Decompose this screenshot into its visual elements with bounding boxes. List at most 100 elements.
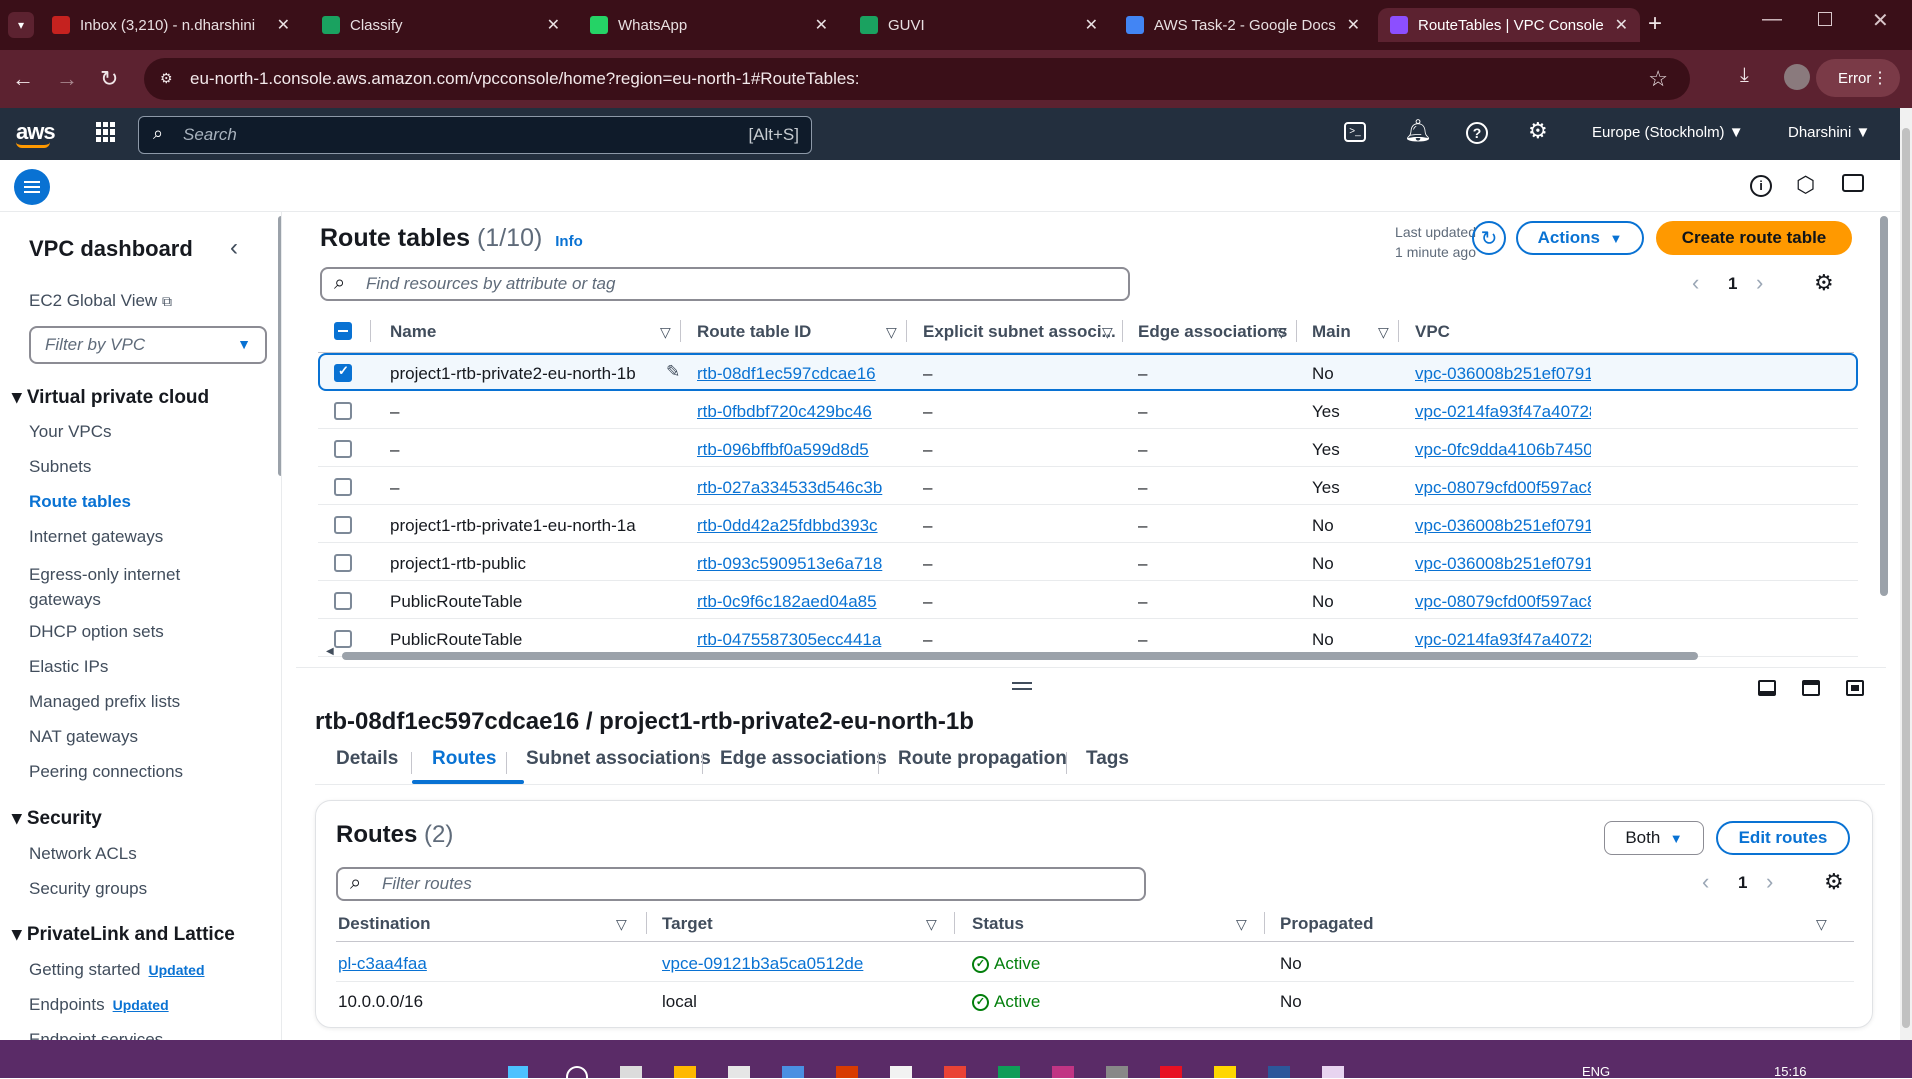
- next-page-icon[interactable]: ›: [1766, 869, 1773, 895]
- close-tab-icon[interactable]: ✕: [1347, 15, 1360, 35]
- sort-icon[interactable]: ▽: [1102, 324, 1113, 341]
- vertical-scrollbar[interactable]: [1880, 216, 1888, 596]
- info-link[interactable]: Info: [555, 233, 583, 250]
- sort-icon[interactable]: ▽: [616, 916, 627, 933]
- help-icon[interactable]: ?: [1466, 122, 1488, 144]
- forward-icon[interactable]: →: [56, 66, 78, 92]
- info-icon[interactable]: i: [1750, 175, 1772, 197]
- sidebar-section-security[interactable]: ▾ Security: [12, 807, 102, 830]
- cell-vpc[interactable]: vpc-0fc9dda4106b74504: [1415, 440, 1591, 460]
- row-checkbox[interactable]: [334, 440, 352, 458]
- sidebar-item-subnets[interactable]: Subnets: [29, 457, 91, 477]
- collapse-sidebar-icon[interactable]: ‹: [230, 234, 238, 262]
- close-tab-icon[interactable]: ✕: [815, 15, 828, 35]
- split-panel-drag-handle[interactable]: [1012, 682, 1032, 690]
- browser-tab[interactable]: AWS Task-2 - Google Docs ✕: [1114, 8, 1372, 42]
- notifications-bell-icon[interactable]: 🔔︎: [1404, 118, 1432, 144]
- close-tab-icon[interactable]: ✕: [1085, 15, 1098, 35]
- site-info-icon[interactable]: ⚙: [160, 70, 173, 87]
- sort-icon[interactable]: ▽: [886, 324, 897, 341]
- col-header-vpc[interactable]: VPC: [1415, 322, 1450, 342]
- page-number[interactable]: 1: [1738, 873, 1747, 893]
- actions-button[interactable]: Actions ▼: [1516, 221, 1644, 255]
- tab-details[interactable]: Details: [336, 748, 398, 770]
- cell-route-table-id[interactable]: rtb-0c9f6c182aed04a85: [697, 592, 877, 612]
- row-checkbox[interactable]: ✓: [334, 363, 352, 382]
- back-icon[interactable]: ←: [12, 66, 34, 92]
- col-header-name[interactable]: Name: [390, 322, 436, 342]
- clock[interactable]: 15:16: [1774, 1064, 1807, 1079]
- sort-icon[interactable]: ▽: [1276, 324, 1287, 341]
- new-tab-button[interactable]: +: [1648, 10, 1662, 38]
- select-all-checkbox[interactable]: [334, 322, 352, 340]
- table-row[interactable]: [318, 467, 1858, 505]
- sidebar-item-getting-started[interactable]: Getting started Updated: [29, 960, 205, 980]
- prev-page-icon[interactable]: ‹: [1692, 270, 1699, 296]
- taskbar-app-icons[interactable]: [620, 1066, 1360, 1078]
- user-menu[interactable]: Dharshini ▼: [1788, 124, 1870, 141]
- filter-by-vpc-select[interactable]: Filter by VPC ▼: [29, 326, 267, 364]
- taskbar-search-icon[interactable]: [566, 1066, 588, 1078]
- updated-badge[interactable]: Updated: [149, 962, 205, 978]
- browser-tab[interactable]: Inbox (3,210) - n.dharshini ✕: [40, 8, 302, 42]
- bookmark-star-icon[interactable]: ☆: [1648, 66, 1668, 92]
- sidebar-item-network-acls[interactable]: Network ACLs: [29, 844, 137, 864]
- horizontal-scrollbar[interactable]: [342, 652, 1698, 660]
- col-header-destination[interactable]: Destination: [338, 914, 431, 934]
- sidebar-title[interactable]: VPC dashboard: [29, 236, 193, 262]
- page-number[interactable]: 1: [1728, 274, 1737, 294]
- routes-settings-gear-icon[interactable]: ⚙: [1824, 869, 1844, 895]
- page-scrollbar-thumb[interactable]: [1902, 128, 1910, 1028]
- sidebar-scrollbar[interactable]: [278, 216, 281, 476]
- cell-vpc[interactable]: vpc-0214fa93f47a40728 |: [1415, 402, 1591, 422]
- sidebar-item-elastic-ips[interactable]: Elastic IPs: [29, 657, 108, 677]
- col-header-route-table-id[interactable]: Route table ID: [697, 322, 811, 342]
- sort-icon[interactable]: ▽: [1378, 324, 1389, 341]
- row-checkbox[interactable]: [334, 402, 352, 420]
- browser-tab[interactable]: RouteTables | VPC Console ✕: [1378, 8, 1640, 42]
- url-input[interactable]: ⚙ eu-north-1.console.aws.amazon.com/vpcc…: [144, 58, 1690, 100]
- sort-icon[interactable]: ▽: [1236, 916, 1247, 933]
- sidebar-section-virtual-private-cloud[interactable]: ▾ Virtual private cloud: [12, 386, 209, 409]
- sort-icon[interactable]: ▽: [1816, 916, 1827, 933]
- cell-route-table-id[interactable]: rtb-0dd42a25fdbbd393c: [697, 516, 878, 536]
- prev-page-icon[interactable]: ‹: [1702, 869, 1709, 895]
- sidebar-item-security-groups[interactable]: Security groups: [29, 879, 147, 899]
- services-grid-icon[interactable]: [96, 122, 116, 142]
- tab-search-icon[interactable]: ▾: [8, 12, 34, 38]
- aws-search-input[interactable]: ⌕ Search [Alt+S]: [138, 116, 812, 154]
- table-row[interactable]: [318, 429, 1858, 467]
- row-checkbox[interactable]: [334, 592, 352, 610]
- sidebar-section-privatelink-and-lattice[interactable]: ▾ PrivateLink and Lattice: [12, 923, 235, 946]
- screen-feedback-icon[interactable]: [1842, 174, 1864, 192]
- panel-maximize-icon[interactable]: [1846, 680, 1864, 696]
- cell-route-table-id[interactable]: rtb-08df1ec597cdcae16: [697, 364, 876, 384]
- minimize-icon[interactable]: —: [1762, 8, 1782, 31]
- row-checkbox[interactable]: [334, 554, 352, 572]
- updated-badge[interactable]: Updated: [113, 997, 169, 1013]
- cell-destination[interactable]: pl-c3aa4faa: [338, 954, 427, 974]
- close-tab-icon[interactable]: ✕: [547, 15, 560, 35]
- col-header-propagated[interactable]: Propagated: [1280, 914, 1374, 934]
- sidebar-item-your-vpcs[interactable]: Your VPCs: [29, 422, 112, 442]
- tab-routes[interactable]: Routes: [432, 748, 496, 770]
- sort-icon[interactable]: ▽: [660, 324, 671, 341]
- cell-target[interactable]: vpce-09121b3a5ca0512de: [662, 954, 863, 974]
- close-tab-icon[interactable]: ✕: [277, 15, 290, 35]
- next-page-icon[interactable]: ›: [1756, 270, 1763, 296]
- browser-tab[interactable]: Classify ✕: [310, 8, 572, 42]
- cell-route-table-id[interactable]: rtb-0475587305ecc441a: [697, 630, 881, 650]
- cell-route-table-id[interactable]: rtb-096bffbf0a599d8d5: [697, 440, 869, 460]
- table-settings-gear-icon[interactable]: ⚙: [1814, 270, 1834, 296]
- row-checkbox[interactable]: [334, 630, 352, 648]
- sidebar-item-ec2-global-view[interactable]: EC2 Global View ⧉: [29, 291, 172, 311]
- refresh-button[interactable]: ↻: [1472, 221, 1506, 255]
- col-header-explicit-subnet[interactable]: Explicit subnet associ...: [923, 322, 1116, 342]
- error-button[interactable]: Error ⋮: [1816, 59, 1900, 97]
- sidebar-item-endpoints[interactable]: Endpoints Updated: [29, 995, 169, 1015]
- sidebar-item-nat-gateways[interactable]: NAT gateways: [29, 727, 138, 747]
- col-header-main[interactable]: Main: [1312, 322, 1351, 342]
- tab-subnet-associations[interactable]: Subnet associations: [526, 748, 711, 770]
- restore-icon[interactable]: [1818, 12, 1832, 26]
- sidebar-item-internet-gateways[interactable]: Internet gateways: [29, 527, 163, 547]
